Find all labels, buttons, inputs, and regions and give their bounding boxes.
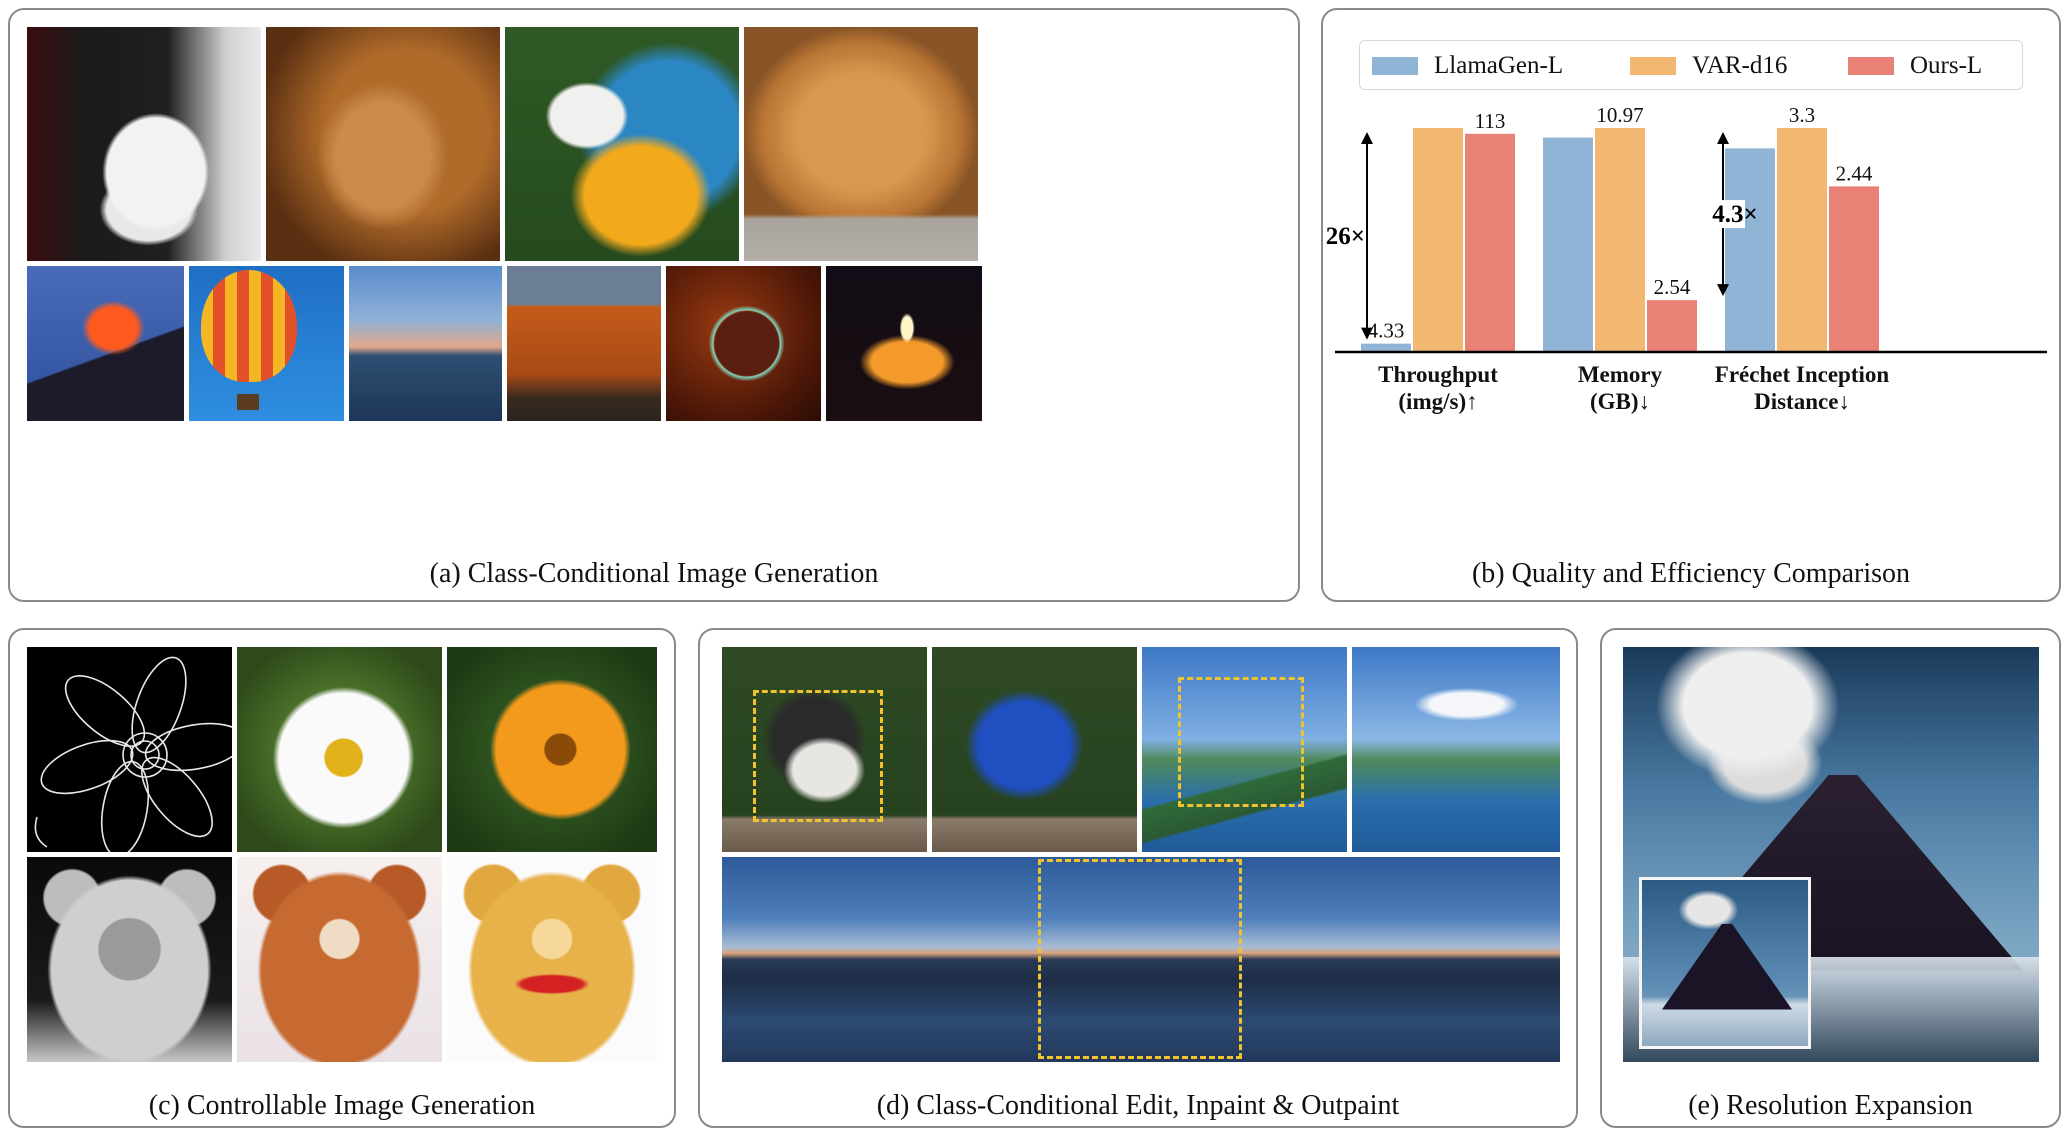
flower-edge-map — [27, 647, 232, 852]
annotation-arrowhead-top-1 — [1717, 132, 1729, 144]
category-label-1-line1: (GB)↓ — [1590, 389, 1650, 414]
annotation-label-0: 26× — [1326, 223, 1365, 250]
junco-bird-photo — [722, 647, 927, 852]
panoramic-lake-photo — [722, 857, 1560, 1062]
value-label-5: 2.44 — [1836, 161, 1873, 185]
bar-llamagen-l-cat1 — [1543, 137, 1593, 352]
panel-class-conditional: (a) Class-Conditional Image Generation — [8, 8, 1300, 602]
category-label-2-line0: Fréchet Inception — [1715, 362, 1890, 387]
value-label-1: 113 — [1475, 109, 1506, 133]
bar-llamagen-l-cat2 — [1725, 148, 1775, 352]
outpaint-center-box — [1038, 859, 1242, 1059]
bar-ours-l-cat2 — [1829, 186, 1879, 352]
annotation-label-1: 4.3× — [1712, 201, 1758, 228]
bar-ours-l-cat1 — [1647, 300, 1697, 352]
yellow-teddy-photo — [447, 857, 657, 1062]
cliff-photo — [507, 266, 661, 421]
bar-llamagen-l-cat0 — [1361, 343, 1411, 352]
value-label-2: 10.97 — [1596, 103, 1643, 127]
annotation-arrowhead-top-0 — [1361, 132, 1373, 144]
bar-ours-l-cat0 — [1465, 133, 1515, 352]
bar-chart: 4.33 113 10.97 2.54 3.3 2.44 26× 4.3× Throughput… — [1326, 103, 2047, 414]
sea-sunset-photo — [349, 266, 502, 421]
panel-edit-inpaint-outpaint: (d) Class-Conditional Edit, Inpaint & Ou… — [698, 628, 1578, 1128]
panel-b-caption: (b) Quality and Efficiency Comparison — [1471, 558, 1911, 589]
bar-var-d16-cat2 — [1777, 128, 1827, 352]
lion-photo — [266, 27, 500, 261]
inpaint-region-box — [1178, 677, 1304, 807]
value-label-0: 4.33 — [1368, 319, 1405, 343]
white-daisy-photo — [237, 647, 442, 852]
hot-air-balloon-photo — [189, 266, 344, 421]
candle-photo — [826, 266, 982, 421]
volcano-highres-photo — [1623, 647, 2039, 1062]
macaw-photo — [505, 27, 739, 261]
golden-retriever-photo — [744, 27, 978, 261]
panel-a-caption: (a) Class-Conditional Image Generation — [429, 558, 879, 589]
soap-bubble-photo — [666, 266, 821, 421]
bar-var-d16-cat0 — [1413, 128, 1463, 352]
category-label-0-line0: Throughput — [1378, 362, 1498, 387]
category-label-1-line0: Memory — [1578, 362, 1663, 387]
panel-quality-efficiency: LlamaGen-L VAR-d16 Ours-L 4.33 113 10.97 2.… — [1321, 8, 2061, 602]
category-label-2-line1: Distance↓ — [1754, 389, 1850, 414]
value-label-4: 3.3 — [1789, 103, 1815, 127]
panel-controllable: (c) Controllable Image Generation — [8, 628, 676, 1128]
panel-c-caption: (c) Controllable Image Generation — [148, 1090, 536, 1121]
category-label-0-line1: (img/s)↑ — [1398, 389, 1477, 414]
flower-edge-drawing — [34, 656, 232, 852]
volcano-photo — [27, 266, 184, 421]
teddy-depth-map — [27, 857, 232, 1062]
mountain-lake-photo — [1142, 647, 1347, 852]
bar-var-d16-cat1 — [1595, 128, 1645, 352]
volcano-lowres-inset — [1639, 877, 1811, 1049]
panel-e-caption: (e) Resolution Expansion — [1688, 1090, 1973, 1121]
brown-teddy-photo — [237, 857, 442, 1062]
orange-flower-photo — [447, 647, 657, 852]
value-label-3: 2.54 — [1654, 275, 1691, 299]
panel-resolution-expansion: (e) Resolution Expansion — [1600, 628, 2061, 1128]
blue-bird-photo — [932, 647, 1137, 852]
panel-d-caption: (d) Class-Conditional Edit, Inpaint & Ou… — [876, 1090, 1400, 1121]
husky-photo — [27, 27, 261, 261]
mountain-lake-edited-photo — [1352, 647, 1560, 852]
edit-region-box — [753, 690, 883, 822]
